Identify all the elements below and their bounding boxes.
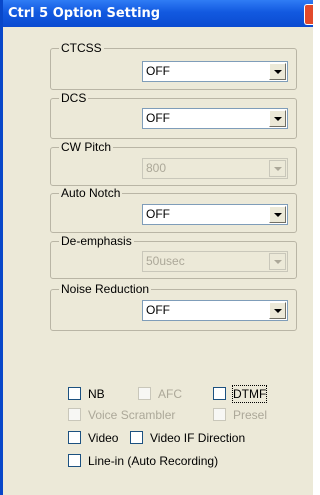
group-label-auto-notch: Auto Notch (59, 186, 123, 200)
presel-checkbox-box (213, 408, 226, 421)
group-label-dcs: DCS (59, 91, 89, 105)
group-label-noise-reduction: Noise Reduction (59, 282, 152, 296)
cw-pitch-value: 800 (146, 161, 167, 175)
auto-notch-value: OFF (146, 207, 170, 221)
line-in-checkbox-box[interactable] (68, 454, 81, 467)
de-emphasis-value: 50usec (146, 254, 185, 268)
window-title: Ctrl 5 Option Setting (8, 6, 161, 21)
dcs-dropdown-button[interactable] (269, 110, 286, 127)
group-dcs: DCS OFF (50, 91, 297, 139)
dcs-value: OFF (146, 111, 170, 125)
option-setting-window: Ctrl 5 Option Setting CTCSS OFF DCS OFF … (0, 0, 313, 495)
dtmf-label: DTMF (231, 385, 268, 403)
cw-pitch-select: 800 (142, 158, 288, 179)
dcs-select[interactable]: OFF (142, 108, 288, 129)
noise-reduction-select[interactable]: OFF (142, 300, 288, 321)
de-emphasis-dropdown-button (269, 253, 286, 270)
nb-checkbox-box[interactable] (68, 387, 81, 400)
video-if-direction-checkbox-box[interactable] (130, 431, 143, 444)
line-in-label: Line-in (Auto Recording) (88, 454, 219, 468)
title-bar[interactable]: Ctrl 5 Option Setting (3, 0, 313, 27)
dtmf-checkbox-box[interactable] (213, 387, 226, 400)
ctcss-value: OFF (146, 64, 170, 78)
video-label: Video (88, 431, 119, 445)
group-label-ctcss: CTCSS (59, 41, 104, 55)
group-de-emphasis: De-emphasis 50usec (50, 234, 297, 279)
group-label-de-emphasis: De-emphasis (59, 234, 134, 248)
afc-label: AFC (158, 387, 182, 401)
close-icon[interactable] (304, 4, 313, 25)
presel-label: Presel (233, 408, 268, 422)
auto-notch-select[interactable]: OFF (142, 204, 288, 225)
ctcss-dropdown-button[interactable] (269, 63, 286, 80)
auto-notch-dropdown-button[interactable] (269, 206, 286, 223)
chevron-down-icon (274, 70, 282, 74)
de-emphasis-select: 50usec (142, 251, 288, 272)
video-if-direction-label: Video IF Direction (150, 431, 246, 445)
group-label-cw-pitch: CW Pitch (59, 140, 114, 154)
chevron-down-icon (274, 260, 282, 264)
video-checkbox-box[interactable] (68, 431, 81, 444)
cw-pitch-dropdown-button (269, 160, 286, 177)
group-noise-reduction: Noise Reduction OFF (50, 282, 297, 331)
group-ctcss: CTCSS OFF (50, 41, 297, 90)
nb-label: NB (88, 387, 105, 401)
voice-scrambler-checkbox-box (68, 408, 81, 421)
chevron-down-icon (274, 117, 282, 121)
afc-checkbox-box (138, 387, 151, 400)
chevron-down-icon (274, 309, 282, 313)
chevron-down-icon (274, 167, 282, 171)
chevron-down-icon (274, 213, 282, 217)
group-cw-pitch: CW Pitch 800 (50, 140, 297, 186)
voice-scrambler-label: Voice Scrambler (88, 408, 176, 422)
noise-reduction-value: OFF (146, 303, 170, 317)
noise-reduction-dropdown-button[interactable] (269, 302, 286, 319)
group-auto-notch: Auto Notch OFF (50, 186, 297, 233)
ctcss-select[interactable]: OFF (142, 61, 288, 82)
